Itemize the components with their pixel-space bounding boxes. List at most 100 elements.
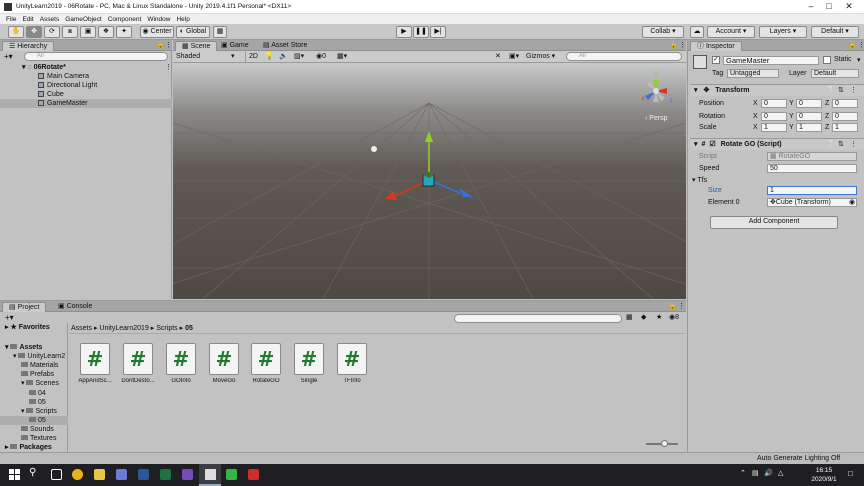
scene-lock-icon[interactable]: 🔒 [669,41,678,49]
hierarchy-item-gamemaster[interactable]: GameMaster [0,99,172,108]
static-checkbox[interactable] [823,56,831,64]
network-icon[interactable]: ▤ [752,469,759,477]
snap-icon[interactable]: ▦ [213,26,227,38]
object-picker-icon[interactable]: ◉ [849,198,855,206]
shading-chevron-down-icon[interactable]: ▾ [231,52,235,62]
minimize-icon[interactable]: – [802,1,820,13]
project-menu-icon[interactable]: ⋮ [678,302,685,310]
tab-inspector[interactable]: ⓘ Inspector [690,41,742,51]
store-app-icon[interactable] [116,469,127,480]
unity-taskbar-active[interactable] [199,464,221,486]
word-icon[interactable] [138,469,149,480]
clock-time[interactable]: 16:15 [808,467,840,474]
filter-label-icon[interactable]: ◆ [641,313,646,321]
hierarchy-item-directional-light[interactable]: Directional Light [0,81,172,90]
pivot-center-button[interactable]: ◉ Center [140,26,174,38]
scene-search-input[interactable]: All [566,52,682,61]
active-checkbox[interactable]: ✓ [712,56,720,64]
project-tree-item[interactable]: 04 [0,389,68,398]
account-dropdown[interactable]: Account ▾ [707,26,755,38]
project-tree-item[interactable]: ▾ Assets [0,343,68,352]
scale-tool-icon[interactable]: ⧈ [62,26,78,38]
create-plus-icon[interactable]: +▾ [4,52,13,61]
speed-field[interactable]: 50 [767,164,857,173]
project-create-plus-icon[interactable]: +▾ [5,313,14,322]
tab-console[interactable]: ▣ Console [52,302,98,312]
script-help-icon[interactable]: ❔ [826,140,835,148]
scene-menu-icon[interactable]: ⋮ [679,41,686,49]
asset-rotatego[interactable]: # RotateGO [246,343,286,384]
file-explorer-icon[interactable] [94,469,105,480]
step-icon[interactable]: ▶| [430,26,446,38]
tab-hierarchy[interactable]: ☰ Hierarchy [2,41,55,51]
move-tool-icon[interactable]: ✥ [26,26,42,38]
rotation-x-field[interactable]: 0 [761,112,787,121]
layer-dropdown[interactable]: Default [811,69,859,78]
app-icon[interactable] [248,469,259,480]
project-tree-item[interactable]: 05 [0,398,68,407]
chrome-icon[interactable] [72,469,83,480]
rotation-y-field[interactable]: 0 [796,112,822,121]
custom-tool-icon[interactable]: ✦ [116,26,132,38]
grid-toggle-icon[interactable]: ▦▾ [337,52,347,62]
global-space-button[interactable]: ◐ Global [176,26,210,38]
favorites-item[interactable]: ▸ ★ Favorites [0,323,50,332]
tools-icon[interactable]: ✕ [495,52,501,62]
object-name-field[interactable]: GameMaster [723,56,819,65]
rect-tool-icon[interactable]: ▣ [80,26,96,38]
asset-goinfo[interactable]: # GOInfo [161,343,201,384]
layout-dropdown[interactable]: Default ▾ [811,26,859,38]
hierarchy-item-main-camera[interactable]: Main Camera [0,72,172,81]
hand-tool-icon[interactable]: ✋ [8,26,24,38]
breadcrumb-unitylearn2019[interactable]: UnityLearn2019 [99,325,148,332]
help-icon[interactable]: ❔ [826,86,835,94]
shading-mode-dropdown[interactable]: Shaded [176,52,236,62]
scene-canvas[interactable]: y x z [173,63,686,299]
component-menu-icon[interactable]: ⋮ [850,86,857,94]
scale-y-field[interactable]: 1 [796,123,822,132]
project-tree-item[interactable]: 05 [0,415,68,425]
script-enabled-checkbox[interactable]: ☑ [709,141,715,148]
gizmos-dropdown[interactable]: Gizmos ▾ [526,52,555,62]
menu-window[interactable]: Window [147,16,170,23]
2d-toggle[interactable]: 2D [245,52,258,62]
menu-edit[interactable]: Edit [22,16,33,23]
position-y-field[interactable]: 0 [796,99,822,108]
maximize-icon[interactable]: □ [820,1,838,13]
preset-icon[interactable]: ⇅ [838,86,844,94]
inspector-lock-icon[interactable]: 🔒 [848,41,857,49]
close-icon[interactable]: ✕ [840,1,858,13]
tag-dropdown[interactable]: Untagged [727,69,779,78]
tab-project[interactable]: ▤ Project [2,302,47,312]
asset-appandsc[interactable]: # AppAndSc... [75,343,115,384]
scene-root-item[interactable]: ▾ ◌ 06Rotate* [0,63,172,72]
project-tree-item[interactable]: Sounds [0,425,68,434]
hierarchy-search-input[interactable]: All [24,52,168,61]
windows-start-icon[interactable] [9,469,20,480]
tab-asset-store[interactable]: ▤ Asset Store [257,41,313,51]
hidden-objects-icon[interactable]: ◉0 [316,52,326,62]
position-x-field[interactable]: 0 [761,99,787,108]
visual-studio-icon[interactable] [182,469,193,480]
tab-game[interactable]: ▣ Game [215,41,255,51]
tfs-foldout[interactable]: ▾ Tfs [692,175,707,186]
zoom-slider-handle[interactable] [661,440,668,447]
android-studio-icon[interactable] [226,469,237,480]
script-preset-icon[interactable]: ⇅ [838,140,844,148]
layers-dropdown[interactable]: Layers ▾ [759,26,807,38]
task-view-icon[interactable] [51,469,62,480]
project-search-input[interactable] [454,314,622,323]
size-field[interactable]: 1 [767,186,857,195]
inspector-menu-icon[interactable]: ⋮ [858,41,864,49]
light-bulb-icon[interactable]: 💡 [265,52,274,62]
volume-icon[interactable]: 🔊 [764,469,773,477]
scene-view[interactable]: y x z ‹ Persp [173,63,686,299]
camera-icon[interactable]: ▣▾ [509,52,519,62]
element-0-field[interactable]: ✥Cube (Transform) [767,198,857,207]
audio-icon[interactable]: 🔈 [279,52,288,62]
project-tree-item[interactable]: ▸ Packages [0,443,68,452]
project-tree-item[interactable]: Prefabs [0,370,68,379]
menu-assets[interactable]: Assets [40,16,60,23]
breadcrumb-assets[interactable]: Assets [71,325,92,332]
scale-z-field[interactable]: 1 [832,123,858,132]
